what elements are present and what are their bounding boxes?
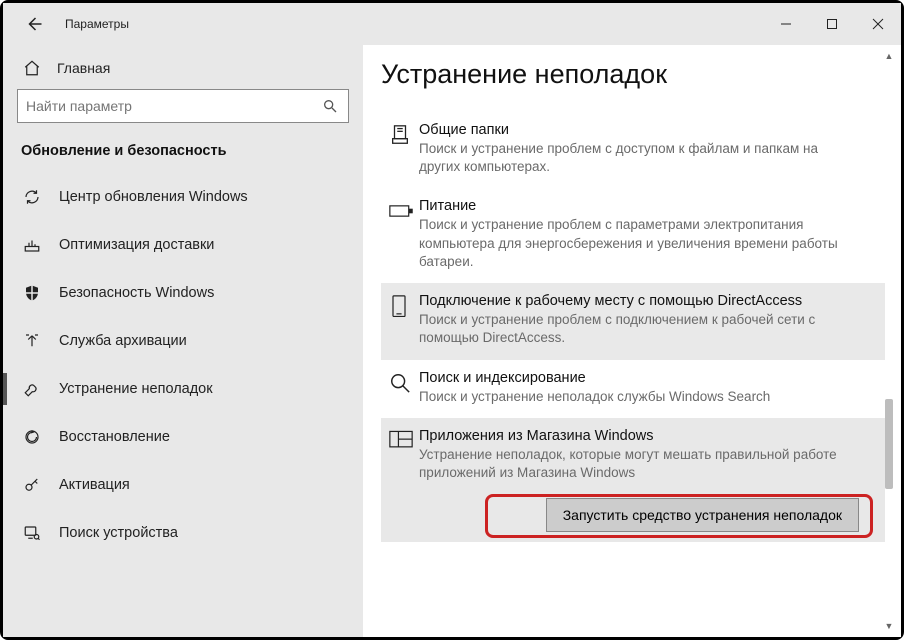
troubleshooter-text: Поиск и индексирование Поиск и устранени… [419, 370, 855, 406]
maximize-button[interactable] [809, 3, 855, 45]
key-icon [21, 476, 43, 494]
close-button[interactable] [855, 3, 901, 45]
nav-list: Центр обновления Windows Оптимизация дос… [3, 173, 363, 557]
server-icon [389, 122, 419, 176]
sidebar-item-label: Оптимизация доставки [59, 237, 214, 253]
troubleshooter-text: Питание Поиск и устранение проблем с пар… [419, 198, 855, 271]
troubleshooter-shared-folders[interactable]: Общие папки Поиск и устранение проблем с… [381, 112, 885, 188]
shield-icon [21, 284, 43, 302]
battery-icon [389, 198, 419, 271]
sidebar-item-find-device[interactable]: Поиск устройства [3, 509, 363, 557]
troubleshooter-desc: Поиск и устранение проблем с доступом к … [419, 140, 855, 176]
section-header: Обновление и безопасность [3, 133, 363, 173]
troubleshooter-title: Приложения из Магазина Windows [419, 428, 855, 444]
sidebar-item-label: Безопасность Windows [59, 285, 214, 301]
sync-icon [21, 188, 43, 206]
window-frame: Параметры Главная [0, 0, 904, 640]
sidebar-item-label: Восстановление [59, 429, 170, 445]
sidebar: Главная Обновление и безопасность Центр … [3, 45, 363, 637]
sidebar-item-label: Поиск устройства [59, 525, 178, 541]
wrench-icon [21, 380, 43, 398]
sidebar-item-delivery-optimization[interactable]: Оптимизация доставки [3, 221, 363, 269]
troubleshooter-list: Общие папки Поиск и устранение проблем с… [381, 112, 901, 542]
troubleshooter-title: Подключение к рабочему месту с помощью D… [419, 293, 855, 309]
page-title: Устранение неполадок [381, 59, 901, 90]
troubleshooter-desc: Поиск и устранение проблем с подключение… [419, 311, 855, 347]
backup-icon [21, 332, 43, 350]
troubleshooter-text: Подключение к рабочему месту с помощью D… [419, 293, 855, 347]
troubleshooter-text: Общие папки Поиск и устранение проблем с… [419, 122, 855, 176]
content-area: Устранение неполадок Общие папки Поиск и… [363, 45, 901, 637]
troubleshooter-text: Приложения из Магазина Windows Устранени… [419, 428, 855, 482]
troubleshooter-desc: Поиск и устранение неполадок службы Wind… [419, 388, 855, 406]
sidebar-item-label: Центр обновления Windows [59, 189, 248, 205]
find-device-icon [21, 524, 43, 542]
home-label: Главная [57, 60, 110, 76]
search-input[interactable] [26, 98, 320, 114]
troubleshooter-desc: Поиск и устранение проблем с параметрами… [419, 216, 855, 271]
sidebar-item-backup[interactable]: Служба архивации [3, 317, 363, 365]
sidebar-item-label: Служба архивации [59, 333, 187, 349]
apps-icon [389, 428, 419, 482]
delivery-icon [21, 236, 43, 254]
troubleshooter-title: Поиск и индексирование [419, 370, 855, 386]
search-icon [320, 98, 340, 114]
home-icon [21, 59, 43, 77]
troubleshooter-power[interactable]: Питание Поиск и устранение проблем с пар… [381, 188, 885, 283]
magnify-icon [389, 370, 419, 406]
search-box[interactable] [17, 89, 349, 123]
titlebar: Параметры [3, 3, 901, 45]
troubleshooter-directaccess[interactable]: Подключение к рабочему месту с помощью D… [381, 283, 885, 359]
troubleshooter-title: Питание [419, 198, 855, 214]
back-button[interactable] [21, 11, 47, 37]
window-title: Параметры [65, 17, 129, 31]
sidebar-item-troubleshoot[interactable]: Устранение неполадок [3, 365, 363, 413]
sidebar-item-windows-update[interactable]: Центр обновления Windows [3, 173, 363, 221]
scrollbar-thumb[interactable] [885, 399, 893, 489]
troubleshooter-windows-store-apps[interactable]: Приложения из Магазина Windows Устранени… [381, 418, 885, 542]
recovery-icon [21, 428, 43, 446]
run-troubleshooter-button[interactable]: Запустить средство устранения неполадок [546, 498, 859, 532]
sidebar-item-windows-security[interactable]: Безопасность Windows [3, 269, 363, 317]
sidebar-item-label: Устранение неполадок [59, 381, 213, 397]
sidebar-item-recovery[interactable]: Восстановление [3, 413, 363, 461]
home-link[interactable]: Главная [3, 51, 363, 83]
phone-icon [389, 293, 419, 347]
body: Главная Обновление и безопасность Центр … [3, 45, 901, 637]
window-controls [763, 3, 901, 45]
sidebar-item-activation[interactable]: Активация [3, 461, 363, 509]
sidebar-item-label: Активация [59, 477, 130, 493]
troubleshooter-title: Общие папки [419, 122, 855, 138]
scrollbar[interactable] [883, 51, 895, 631]
troubleshooter-search-indexing[interactable]: Поиск и индексирование Поиск и устранени… [381, 360, 885, 418]
troubleshooter-desc: Устранение неполадок, которые могут меша… [419, 446, 855, 482]
minimize-button[interactable] [763, 3, 809, 45]
